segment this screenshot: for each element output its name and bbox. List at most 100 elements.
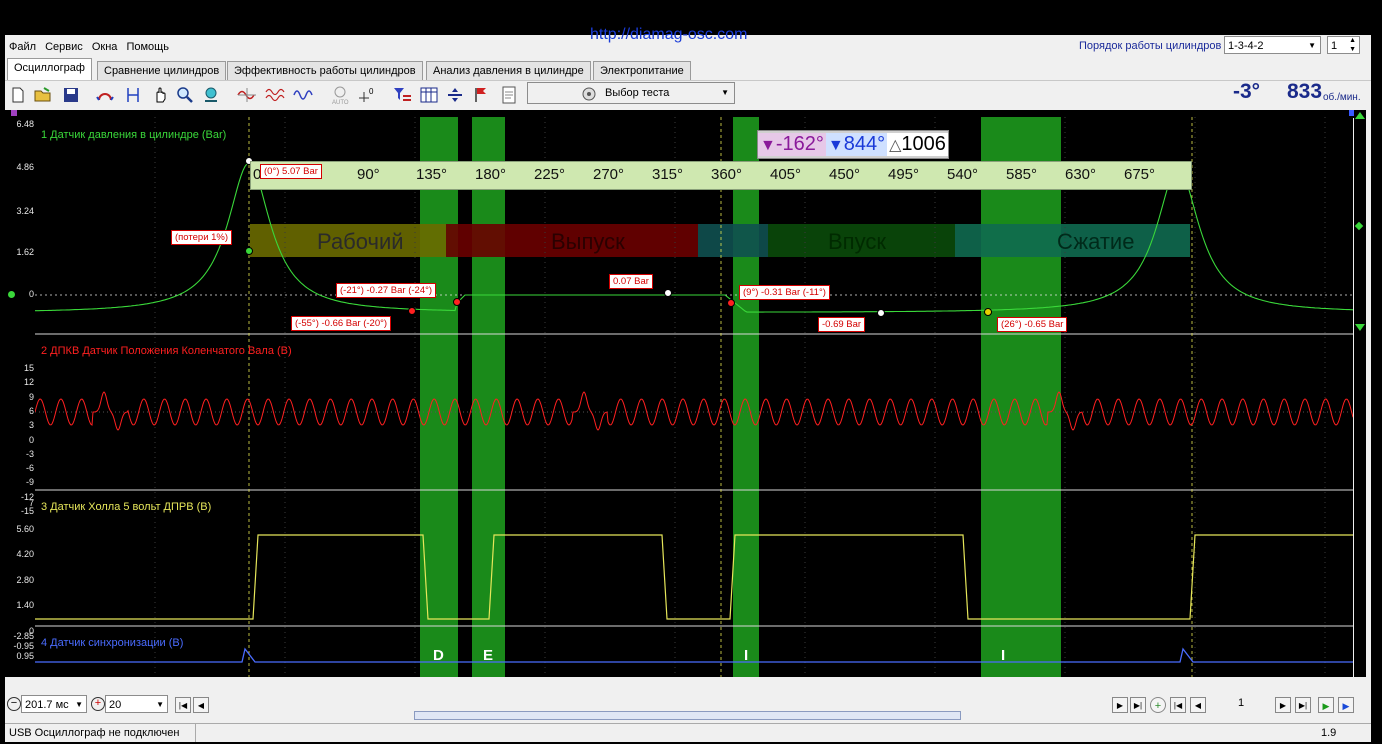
connection-status: USB Осциллограф не подключен: [9, 727, 180, 739]
tab-pressure-analysis[interactable]: Анализ давления в цилиндре: [426, 61, 591, 80]
tab-power-supply[interactable]: Электропитание: [593, 61, 691, 80]
menu-help[interactable]: Помощь: [126, 41, 169, 53]
marker-label-3: 0.07 Bar: [609, 274, 653, 289]
angle-tick-label: 540°: [947, 166, 979, 183]
test-gear-icon: [582, 87, 596, 101]
next-page-button[interactable]: ▶: [1275, 697, 1291, 713]
test-select-dropdown[interactable]: Выбор теста ▼: [527, 82, 735, 104]
signal-filter-icon[interactable]: [237, 85, 257, 105]
tab-cylinder-efficiency[interactable]: Эффективность работы цилиндров: [227, 61, 423, 80]
ch1-ytick: 1.62: [16, 247, 34, 257]
go-start-button[interactable]: |◀: [175, 697, 191, 713]
chevron-down-icon: ▼: [156, 700, 164, 709]
tab-label: Электропитание: [600, 65, 684, 77]
ch2-ytick: -6: [25, 463, 34, 474]
prev-page-button[interactable]: ◀: [1190, 697, 1206, 713]
ch4-ytick: -2.85: [13, 631, 34, 641]
marker-label-4: (9°) -0.31 Bar (-11°): [739, 285, 830, 300]
marker-dot-5: [727, 299, 735, 307]
measure-icon[interactable]: [123, 85, 143, 105]
angle-tick-label: 270°: [593, 166, 625, 183]
marker-label-6: (26°) -0.65 Bar: [997, 317, 1068, 332]
sync-zone-1: [472, 117, 505, 677]
ch1-scroll-down-icon[interactable]: [1355, 324, 1365, 331]
marker-flag-icon[interactable]: [471, 85, 491, 105]
url-banner: http://diamag-osc.com: [590, 26, 748, 43]
oscilloscope-plot[interactable]: 1 Датчик давления в цилиндре (Bar) 2 ДПК…: [35, 117, 1353, 677]
menu-service[interactable]: Сервис: [45, 41, 83, 53]
notes-icon[interactable]: [499, 85, 519, 105]
last-page-button[interactable]: ▶|: [1295, 697, 1311, 713]
stroke-band-2: [698, 224, 768, 257]
status-bar: USB Осциллограф не подключен 1.9: [5, 723, 1371, 742]
add-marker-icon[interactable]: +: [1150, 697, 1166, 713]
marker-label-1: (-21°) -0.27 Bar (-24°): [336, 283, 437, 298]
waveform-icon[interactable]: [265, 85, 285, 105]
new-file-icon[interactable]: [8, 85, 28, 105]
channel-filter-icon[interactable]: [393, 85, 413, 105]
horizontal-scrollbar[interactable]: [414, 711, 961, 720]
zoom-plus-icon[interactable]: +: [91, 697, 105, 711]
cursor-b-value: ▼844°: [825, 133, 888, 156]
record-forward-icon[interactable]: ▶: [1338, 697, 1354, 713]
tab-cylinder-compare[interactable]: Сравнение цилиндров: [97, 61, 227, 80]
spinner-arrows-icon: ▲ ▼: [1349, 37, 1356, 53]
tab-oscilloscope[interactable]: Осциллограф: [7, 58, 92, 80]
ch3-hall-trace: [35, 534, 1353, 620]
timebase-value: 201.7 мс: [25, 699, 69, 711]
ch1-scroll-up-icon[interactable]: [1355, 112, 1365, 119]
cursor-readout: ▼-162° ▼844° △1006: [757, 130, 949, 159]
ch1-level-marker-icon[interactable]: [1354, 221, 1364, 231]
split-channels-icon[interactable]: [445, 85, 465, 105]
go-end-small-button[interactable]: ▶|: [1130, 697, 1146, 713]
ch4-sync-trace: [35, 647, 1353, 663]
cursor-tool-icon[interactable]: [95, 85, 115, 105]
angle-tick-label: 675°: [1124, 166, 1156, 183]
ch1-title: 1 Датчик давления в цилиндре (Bar): [41, 129, 227, 141]
angle-tick-label: 495°: [888, 166, 920, 183]
auto-scale-icon[interactable]: AUTO: [330, 85, 350, 105]
chevron-down-icon: ▼: [1308, 41, 1316, 50]
ch1-ytick: 6.48: [16, 119, 34, 129]
cylinder-spinner[interactable]: 1 ▲ ▼: [1327, 36, 1360, 54]
zero-level-icon[interactable]: 0: [357, 85, 377, 105]
grid-icon[interactable]: [419, 85, 439, 105]
ch2-ytick: -3: [25, 448, 34, 459]
delta-icon: △: [889, 137, 902, 154]
marker-label-losses: (потери 1%): [171, 230, 233, 245]
hand-pan-icon[interactable]: [151, 85, 171, 105]
timebase-minus-icon[interactable]: −: [7, 697, 21, 711]
cursor-a-handle-icon[interactable]: [11, 110, 17, 116]
angle-tick-label: 405°: [770, 166, 802, 183]
angle-tick-label: 90°: [357, 166, 380, 183]
open-folder-icon[interactable]: [33, 85, 53, 105]
tab-label: Осциллограф: [14, 62, 85, 74]
cursor-delta-text: 1006: [901, 133, 946, 155]
probe-icon[interactable]: [201, 85, 221, 105]
timebase-select[interactable]: 201.7 мс ▼: [21, 695, 87, 713]
firing-order-select[interactable]: 1-3-4-2 ▼: [1224, 36, 1321, 54]
ch3-ytick: 4.20: [16, 549, 34, 559]
marker-label-5: -0.69 Bar: [818, 317, 866, 332]
chevron-down-icon: ▼: [75, 700, 83, 709]
menu-windows[interactable]: Окна: [92, 41, 118, 53]
tab-label: Анализ давления в цилиндре: [433, 65, 584, 77]
step-forward-small-button[interactable]: ▶: [1112, 697, 1128, 713]
sine-wave-icon[interactable]: [293, 85, 313, 105]
zoom-icon[interactable]: [175, 85, 195, 105]
marker-dot-2: [408, 307, 416, 315]
ch1-offset-handle-icon[interactable]: [8, 291, 15, 298]
save-icon[interactable]: [61, 85, 81, 105]
version-text: 1.9: [1321, 727, 1337, 739]
zoom-select[interactable]: 20 ▼: [105, 695, 168, 713]
play-icon[interactable]: ▶: [1318, 697, 1334, 713]
ch2-ytick: -9: [25, 477, 34, 488]
marker-dot-7: [984, 308, 992, 316]
ch3-title: 3 Датчик Холла 5 вольт ДПРВ (В): [41, 501, 212, 513]
first-page-button[interactable]: |◀: [1170, 697, 1186, 713]
step-back-button[interactable]: ◀: [193, 697, 209, 713]
svg-text:AUTO: AUTO: [332, 100, 349, 105]
ch2-crank-trace: [35, 391, 1353, 431]
ch3-ytick: 1.40: [16, 600, 34, 610]
menu-file[interactable]: Файл: [9, 41, 36, 53]
